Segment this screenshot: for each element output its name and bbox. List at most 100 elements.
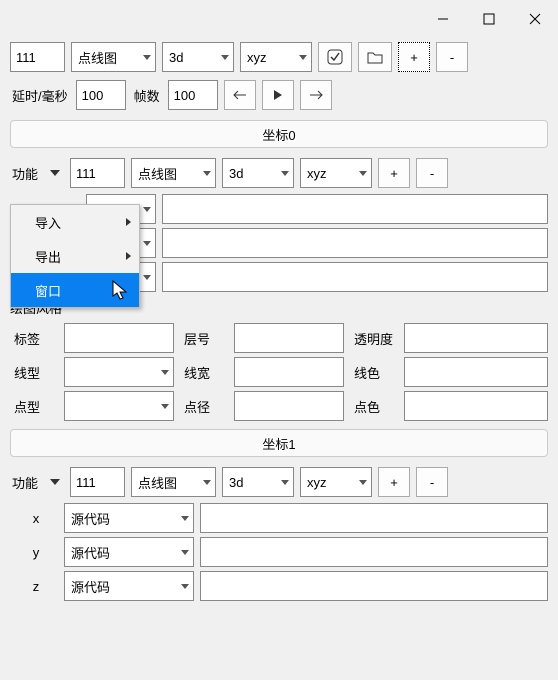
open-button[interactable]: [358, 42, 392, 72]
style-linecolor-label: 线色: [350, 363, 398, 382]
play-button[interactable]: [262, 80, 294, 110]
coord1-value-input[interactable]: [70, 467, 125, 497]
minimize-button[interactable]: [420, 0, 466, 38]
axes-select[interactable]: xyz: [240, 42, 312, 72]
chevron-down-icon: [299, 55, 307, 60]
coord0-chart-select[interactable]: 点线图: [131, 158, 216, 188]
style-linetype-select[interactable]: [64, 357, 174, 387]
plus-label: +: [390, 475, 398, 490]
minus-label: -: [430, 166, 434, 181]
coord0-x-input[interactable]: [162, 194, 548, 224]
coord1-y-input[interactable]: [200, 537, 548, 567]
coord1-y-label: y: [10, 545, 58, 560]
submenu-arrow-icon: [126, 252, 131, 260]
coord1-axes-select[interactable]: xyz: [300, 467, 372, 497]
chevron-down-icon: [181, 584, 189, 589]
chevron-down-icon: [161, 404, 169, 409]
delay-input[interactable]: [76, 80, 126, 110]
coord1-z-input[interactable]: [200, 571, 548, 601]
coord1-title: 坐标1: [262, 434, 295, 453]
chevron-down-icon: [359, 171, 367, 176]
dropdown-arrow-icon[interactable]: [50, 479, 60, 485]
dim-value: 3d: [169, 50, 183, 65]
coord0-y-input[interactable]: [162, 228, 548, 258]
menu-window-label: 窗口: [35, 281, 61, 300]
frames-input[interactable]: [168, 80, 218, 110]
coord1-plus-button[interactable]: +: [378, 467, 410, 497]
menu-item-window[interactable]: 窗口: [11, 273, 139, 307]
style-linewidth-input[interactable]: [234, 357, 344, 387]
style-layer-input[interactable]: [234, 323, 344, 353]
rewind-button[interactable]: [224, 80, 256, 110]
chevron-down-icon: [181, 516, 189, 521]
coord0-minus-button[interactable]: -: [416, 158, 448, 188]
coord1-func-label: 功能: [10, 473, 40, 492]
menu-item-import[interactable]: 导入: [11, 205, 139, 239]
chevron-down-icon: [281, 171, 289, 176]
coord1-z-select[interactable]: 源代码: [64, 571, 194, 601]
coord1-x-input[interactable]: [200, 503, 548, 533]
dropdown-arrow-icon[interactable]: [50, 170, 60, 176]
minus-label: -: [430, 475, 434, 490]
menu-item-export[interactable]: 导出: [11, 239, 139, 273]
frames-label: 帧数: [132, 86, 162, 105]
coord0-dim-value: 3d: [229, 166, 243, 181]
dim-select[interactable]: 3d: [162, 42, 234, 72]
style-pointcolor-label: 点色: [350, 397, 398, 416]
play-icon: [273, 89, 283, 101]
coord1-y-value: 源代码: [71, 543, 110, 562]
delay-label: 延时/毫秒: [10, 86, 70, 105]
chevron-down-icon: [181, 550, 189, 555]
axes-value: xyz: [247, 50, 267, 65]
maximize-button[interactable]: [466, 0, 512, 38]
chevron-down-icon: [161, 370, 169, 375]
chart-type-value: 点线图: [78, 48, 117, 67]
coord0-axes-select[interactable]: xyz: [300, 158, 372, 188]
plus-button[interactable]: +: [398, 42, 430, 72]
coord0-chart-value: 点线图: [138, 164, 177, 183]
forward-button[interactable]: [300, 80, 332, 110]
context-menu: 导入 导出 窗口: [10, 204, 140, 308]
style-layer-label: 层号: [180, 329, 228, 348]
close-button[interactable]: [512, 0, 558, 38]
submenu-arrow-icon: [126, 218, 131, 226]
style-opacity-input[interactable]: [404, 323, 548, 353]
coord0-value-input[interactable]: [70, 158, 125, 188]
coord0-plus-button[interactable]: +: [378, 158, 410, 188]
coord1-dim-select[interactable]: 3d: [222, 467, 294, 497]
style-linecolor-input[interactable]: [404, 357, 548, 387]
chevron-down-icon: [143, 207, 151, 212]
style-linewidth-label: 线宽: [180, 363, 228, 382]
coord0-z-input[interactable]: [162, 262, 548, 292]
coord1-z-label: z: [10, 579, 58, 594]
style-label-input[interactable]: [64, 323, 174, 353]
style-pointsize-input[interactable]: [234, 391, 344, 421]
chevron-down-icon: [359, 480, 367, 485]
chevron-down-icon: [203, 171, 211, 176]
style-pointcolor-input[interactable]: [404, 391, 548, 421]
check-button[interactable]: [318, 42, 352, 72]
coord0-header[interactable]: 坐标0: [10, 120, 548, 148]
coord1-x-label: x: [10, 511, 58, 526]
coord1-axes-value: xyz: [307, 475, 327, 490]
style-pointsize-label: 点径: [180, 397, 228, 416]
coord1-y-select[interactable]: 源代码: [64, 537, 194, 567]
coord1-z-value: 源代码: [71, 577, 110, 596]
top-value-input[interactable]: [10, 42, 65, 72]
coord1-chart-value: 点线图: [138, 473, 177, 492]
rewind-icon: [233, 90, 247, 100]
plus-label: +: [390, 166, 398, 181]
coord0-title: 坐标0: [262, 125, 295, 144]
coord1-minus-button[interactable]: -: [416, 467, 448, 497]
coord1-x-select[interactable]: 源代码: [64, 503, 194, 533]
minus-label: -: [450, 50, 454, 65]
coord0-axes-value: xyz: [307, 166, 327, 181]
coord1-header[interactable]: 坐标1: [10, 429, 548, 457]
coord1-chart-select[interactable]: 点线图: [131, 467, 216, 497]
style-linetype-label: 线型: [10, 363, 58, 382]
chart-type-select[interactable]: 点线图: [71, 42, 156, 72]
coord0-dim-select[interactable]: 3d: [222, 158, 294, 188]
minus-button[interactable]: -: [436, 42, 468, 72]
style-pointtype-select[interactable]: [64, 391, 174, 421]
chevron-down-icon: [221, 55, 229, 60]
